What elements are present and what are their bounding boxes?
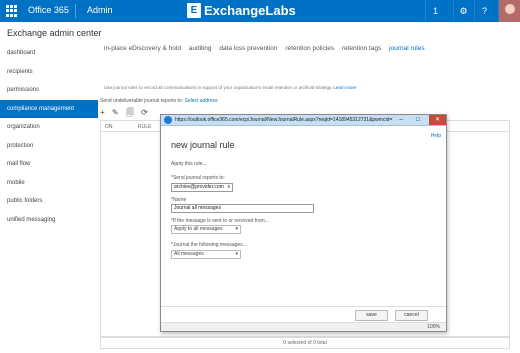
edit-icon[interactable]: ✎: [112, 108, 119, 117]
condition-label: *If the message is sent to or received f…: [171, 218, 269, 224]
page-title: Exchange admin center: [7, 28, 102, 38]
exchange-logo-icon: E: [187, 3, 201, 18]
chevron-down-icon: ▾: [235, 226, 238, 232]
dialog-heading: new journal rule: [171, 140, 235, 150]
delete-icon[interactable]: 🗐: [126, 108, 134, 117]
refresh-icon[interactable]: ⟳: [141, 108, 148, 117]
dialog-titlebar: https://outlook.office365.com/ecp/Journa…: [161, 115, 446, 126]
left-nav: dashboard recipients permissions complia…: [0, 44, 98, 229]
column-rule[interactable]: RULE: [138, 124, 151, 130]
name-field[interactable]: Journal all messages: [171, 204, 314, 213]
undeliverable-reports-line: Send undeliverable journal reports to: S…: [100, 98, 218, 104]
chevron-down-icon: ▾: [235, 251, 238, 257]
condition-value: Apply to all messages: [174, 226, 223, 232]
journal-messages-select[interactable]: All messages ▾: [171, 250, 241, 259]
dialog-url: https://outlook.office365.com/ecp/Journa…: [175, 117, 393, 123]
close-icon[interactable]: ✕: [429, 115, 446, 125]
office365-label[interactable]: Office 365: [28, 5, 69, 15]
new-journal-rule-dialog: https://outlook.office365.com/ecp/Journa…: [160, 114, 447, 332]
zoom-level[interactable]: 100%: [427, 324, 440, 330]
send-undeliverable-label: Send undeliverable journal reports to:: [100, 98, 184, 104]
nav-item-dashboard[interactable]: dashboard: [0, 44, 98, 63]
browser-icon: [164, 116, 172, 124]
tab-journal-rules[interactable]: journal rules: [389, 45, 424, 52]
nav-item-protection[interactable]: protection: [0, 137, 98, 156]
select-address-link[interactable]: Select address: [185, 98, 218, 104]
tab-ediscovery[interactable]: in-place eDiscovery & hold: [104, 45, 181, 52]
nav-item-public-folders[interactable]: public folders: [0, 192, 98, 211]
send-reports-value: archive@provider.com: [174, 184, 224, 190]
send-reports-label: *Send journal reports to:: [171, 175, 225, 181]
rules-table-footer: 0 selected of 0 total: [100, 337, 510, 349]
column-on[interactable]: ON: [105, 124, 113, 130]
cancel-button[interactable]: cancel: [395, 310, 428, 321]
tab-auditing[interactable]: auditing: [189, 45, 212, 52]
nav-item-recipients[interactable]: recipients: [0, 63, 98, 82]
journal-messages-value: All messages: [174, 251, 204, 257]
nav-item-mobile[interactable]: mobile: [0, 174, 98, 193]
help-link[interactable]: Help: [431, 133, 441, 139]
admin-label[interactable]: Admin: [87, 5, 113, 15]
nav-item-compliance-management[interactable]: compliance management: [0, 99, 98, 118]
nav-item-mail-flow[interactable]: mail flow: [0, 155, 98, 174]
description-text: Use journal rules to record all communic…: [104, 85, 333, 90]
page-description: Use journal rules to record all communic…: [104, 85, 356, 90]
tab-retention-tags[interactable]: retention tags: [342, 45, 381, 52]
dialog-statusbar: 100%: [161, 322, 446, 331]
nav-item-unified-messaging[interactable]: unified messaging: [0, 211, 98, 230]
condition-select[interactable]: Apply to all messages ▾: [171, 225, 241, 234]
learn-more-link[interactable]: Learn more: [333, 85, 356, 90]
app-launcher-icon[interactable]: [6, 5, 18, 17]
toolbar: + ✎ 🗐 ⟳: [100, 107, 153, 121]
apply-rule-label: Apply this rule...: [171, 161, 207, 167]
tab-bar: in-place eDiscovery & hold auditing data…: [104, 45, 431, 52]
avatar[interactable]: [498, 0, 520, 22]
dialog-divider: [161, 306, 446, 307]
help-icon[interactable]: ?: [474, 0, 494, 22]
tab-data-loss-prevention[interactable]: data loss prevention: [219, 45, 277, 52]
minimize-icon[interactable]: –: [394, 115, 408, 125]
nav-item-permissions[interactable]: permissions: [0, 81, 98, 100]
journal-messages-label: *Journal the following messages...: [171, 242, 247, 248]
notifications-icon[interactable]: 1: [425, 0, 445, 22]
top-bar: Office 365 Admin E ExchangeLabs 1 ⚙ ?: [0, 0, 520, 22]
save-button[interactable]: save: [355, 310, 388, 321]
nav-item-organization[interactable]: organization: [0, 118, 98, 137]
remove-recipient-icon[interactable]: x: [228, 184, 231, 191]
add-icon[interactable]: +: [100, 108, 105, 117]
tab-retention-policies[interactable]: retention policies: [285, 45, 334, 52]
send-reports-field[interactable]: archive@provider.com x: [171, 183, 233, 192]
name-label: *Name: [171, 197, 187, 203]
brand-title: ExchangeLabs: [204, 3, 296, 18]
maximize-icon[interactable]: □: [411, 115, 425, 125]
topbar-divider: [75, 4, 76, 18]
settings-icon[interactable]: ⚙: [453, 0, 473, 22]
